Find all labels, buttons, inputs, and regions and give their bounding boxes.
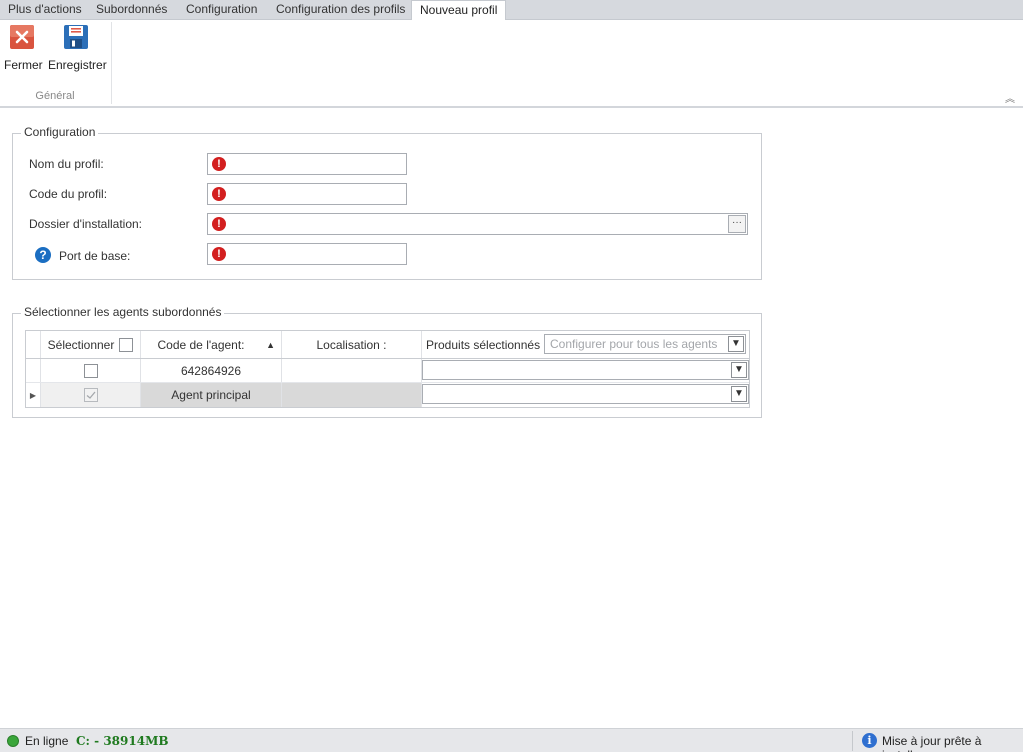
configure-all-placeholder: Configurer pour tous les agents [550,337,718,351]
info-icon: i [862,733,877,748]
collapse-ribbon-icon[interactable]: ︽ [1005,90,1015,105]
save-button-label: Enregistrer [48,58,107,72]
profile-code-label: Code du profil: [29,187,108,201]
agent-code-cell: Agent principal [141,383,282,407]
row-select-checkbox-disabled [83,388,98,402]
error-icon: ! [212,187,226,201]
row-indicator [26,359,41,382]
products-column-label: Produits sélectionnés [426,337,541,352]
browse-folder-button[interactable]: ··· [728,215,746,233]
update-ready-label[interactable]: Mise à jour prête à installer [882,734,1023,752]
tab-more-actions[interactable]: Plus d'actions [0,0,90,20]
status-divider [852,731,853,751]
products-column-header: Produits sélectionnés Configurer pour to… [422,331,750,358]
agents-legend: Sélectionner les agents subordonnés [21,305,225,319]
agent-location-cell [282,359,422,382]
close-button-label: Fermer [4,58,43,72]
error-icon: ! [212,247,226,261]
products-cell: ▼ [422,359,750,382]
online-status-icon [7,735,19,747]
install-folder-label: Dossier d'installation: [29,217,143,231]
location-column-label: Localisation : [316,337,387,352]
profile-code-field[interactable]: ! [207,183,407,205]
agent-location-cell [282,383,422,407]
ribbon-group-separator [111,22,112,104]
ribbon-group-general-label: Général [35,90,75,102]
close-icon [10,25,34,49]
save-button[interactable]: Enregistrer [48,24,107,72]
select-all-checkbox[interactable] [119,337,134,352]
disk-space-label: C: - 38914MB [76,734,169,748]
grid-header: Sélectionner Code de l'agent: ▲ Localisa… [26,331,749,359]
products-dropdown[interactable]: ▼ [422,360,749,380]
table-row[interactable]: ▶ Agent principal ▼ [26,383,749,407]
row-select-cell [41,359,141,382]
tab-configuration[interactable]: Configuration [178,0,265,20]
ribbon: Fermer Enregistrer Général ︽ [0,20,1023,108]
row-select-cell [41,383,141,407]
tab-new-profile[interactable]: Nouveau profil [411,0,507,21]
table-row[interactable]: 642864926 ▼ [26,359,749,383]
chevron-down-icon: ▼ [731,362,747,378]
install-folder-field[interactable]: ! ··· [207,213,748,235]
products-dropdown[interactable]: ▼ [422,384,749,404]
products-cell: ▼ [422,383,750,407]
code-column-label: Code de l'agent: [157,337,245,352]
base-port-field[interactable]: ! [207,243,407,265]
sort-ascending-icon: ▲ [266,339,275,350]
row-indicator-header [26,331,41,358]
chevron-down-icon: ▼ [731,386,747,402]
help-icon[interactable]: ? [35,247,51,263]
configuration-legend: Configuration [21,125,99,139]
configure-all-agents-dropdown[interactable]: Configurer pour tous les agents ▼ [544,334,746,354]
status-bar: En ligne C: - 38914MB i Mise à jour prêt… [0,728,1023,752]
chevron-down-icon: ▼ [728,336,744,352]
select-column-header: Sélectionner [41,331,141,358]
base-port-label: Port de base: [59,249,131,263]
online-status-label: En ligne [25,734,69,748]
agent-code-cell: 642864926 [141,359,282,382]
close-button[interactable]: Fermer [4,24,43,72]
error-icon: ! [212,157,226,171]
current-row-indicator-icon: ▶ [26,383,41,407]
floppy-disk-icon [64,25,88,49]
profile-name-label: Nom du profil: [29,157,104,171]
select-column-label: Sélectionner [47,337,115,352]
code-column-header[interactable]: Code de l'agent: ▲ [141,331,282,358]
error-icon: ! [212,217,226,231]
row-select-checkbox[interactable] [83,363,98,378]
check-icon [86,391,95,399]
tab-subordinates[interactable]: Subordonnés [88,0,175,20]
location-column-header[interactable]: Localisation : [282,331,422,358]
tab-bar: Plus d'actions Subordonnés Configuration… [0,0,1023,21]
profile-name-field[interactable]: ! [207,153,407,175]
tab-profile-configuration[interactable]: Configuration des profils [268,0,413,20]
agents-grid: Sélectionner Code de l'agent: ▲ Localisa… [25,330,750,408]
